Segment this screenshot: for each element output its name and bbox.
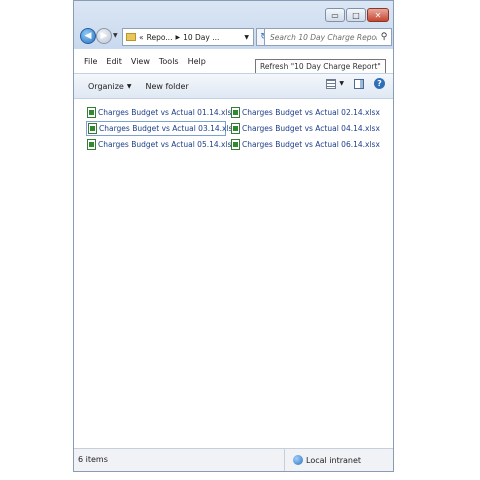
organize-button[interactable]: Organize ▼ bbox=[88, 82, 131, 91]
explorer-window: ▭ □ ✕ ◀ ▶ ▼ « Repo... ▶ 10 Day ... ▼ ↻ S… bbox=[73, 0, 394, 472]
help-icon[interactable]: ? bbox=[374, 78, 385, 89]
back-button[interactable]: ◀ bbox=[80, 28, 96, 44]
file-item[interactable]: Charges Budget vs Actual 02.14.xlsx bbox=[230, 105, 380, 120]
breadcrumb-item-reports[interactable]: Repo... bbox=[147, 33, 173, 42]
view-icon bbox=[326, 78, 337, 89]
breadcrumb-separator-icon[interactable]: ▶ bbox=[175, 34, 180, 41]
command-bar-right: ▼ ? bbox=[326, 78, 385, 89]
title-bar: ▭ □ ✕ ◀ ▶ ▼ « Repo... ▶ 10 Day ... ▼ ↻ S… bbox=[74, 1, 393, 49]
new-folder-label: New folder bbox=[145, 81, 189, 91]
caption-buttons: ▭ □ ✕ bbox=[325, 8, 389, 22]
file-list: Charges Budget vs Actual 01.14.xlsx Char… bbox=[86, 105, 386, 152]
refresh-tooltip: Refresh "10 Day Charge Report" bbox=[255, 59, 386, 74]
globe-icon bbox=[293, 455, 303, 465]
status-bar: 6 items Local intranet bbox=[74, 448, 393, 471]
menu-view[interactable]: View bbox=[131, 57, 150, 66]
menu-file[interactable]: File bbox=[84, 57, 97, 66]
item-count: 6 items bbox=[78, 455, 108, 464]
file-item[interactable]: Charges Budget vs Actual 05.14.xlsx bbox=[86, 137, 236, 152]
menu-help[interactable]: Help bbox=[188, 57, 206, 66]
file-item[interactable]: Charges Budget vs Actual 06.14.xlsx bbox=[230, 137, 380, 152]
maximize-button[interactable]: □ bbox=[346, 8, 366, 22]
search-box[interactable]: Search 10 Day Charge Report ⚲ bbox=[264, 28, 392, 46]
excel-file-icon bbox=[231, 123, 240, 134]
file-name: Charges Budget vs Actual 03.14.xlsx bbox=[99, 124, 237, 133]
address-bar[interactable]: « Repo... ▶ 10 Day ... ▼ bbox=[122, 28, 254, 46]
security-zone: Local intranet bbox=[284, 449, 394, 471]
recent-pages-dropdown[interactable]: ▼ bbox=[113, 32, 118, 39]
forward-button[interactable]: ▶ bbox=[96, 28, 112, 44]
organize-label: Organize bbox=[88, 81, 124, 91]
excel-file-icon bbox=[88, 123, 97, 134]
excel-file-icon bbox=[231, 107, 240, 118]
folder-icon bbox=[126, 33, 136, 41]
file-item[interactable]: Charges Budget vs Actual 01.14.xlsx bbox=[86, 105, 236, 120]
file-name: Charges Budget vs Actual 02.14.xlsx bbox=[242, 108, 380, 117]
excel-file-icon bbox=[87, 139, 96, 150]
excel-file-icon bbox=[87, 107, 96, 118]
command-bar: Organize ▼ New folder ▼ ? bbox=[74, 73, 393, 99]
menu-edit[interactable]: Edit bbox=[106, 57, 122, 66]
chevron-down-icon: ▼ bbox=[339, 80, 344, 87]
new-folder-button[interactable]: New folder bbox=[145, 82, 188, 91]
change-view-button[interactable]: ▼ bbox=[326, 78, 344, 89]
address-dropdown-icon[interactable]: ▼ bbox=[244, 34, 249, 41]
preview-pane-icon[interactable] bbox=[354, 78, 364, 89]
file-name: Charges Budget vs Actual 04.14.xlsx bbox=[242, 124, 380, 133]
excel-file-icon bbox=[231, 139, 240, 150]
file-name: Charges Budget vs Actual 05.14.xlsx bbox=[98, 140, 236, 149]
minimize-button[interactable]: ▭ bbox=[325, 8, 345, 22]
zone-label: Local intranet bbox=[306, 455, 362, 465]
file-name: Charges Budget vs Actual 01.14.xlsx bbox=[98, 108, 236, 117]
file-item[interactable]: Charges Budget vs Actual 04.14.xlsx bbox=[230, 121, 380, 136]
chevron-down-icon: ▼ bbox=[126, 82, 132, 90]
search-input[interactable]: Search 10 Day Charge Report bbox=[265, 33, 377, 42]
search-icon[interactable]: ⚲ bbox=[377, 32, 391, 42]
menu-tools[interactable]: Tools bbox=[159, 57, 179, 66]
close-button[interactable]: ✕ bbox=[367, 8, 389, 22]
file-name: Charges Budget vs Actual 06.14.xlsx bbox=[242, 140, 380, 149]
breadcrumb-overflow[interactable]: « bbox=[139, 33, 144, 42]
breadcrumb-item-10-day[interactable]: 10 Day ... bbox=[183, 33, 219, 42]
file-item-focused[interactable]: Charges Budget vs Actual 03.14.xlsx bbox=[86, 121, 237, 136]
